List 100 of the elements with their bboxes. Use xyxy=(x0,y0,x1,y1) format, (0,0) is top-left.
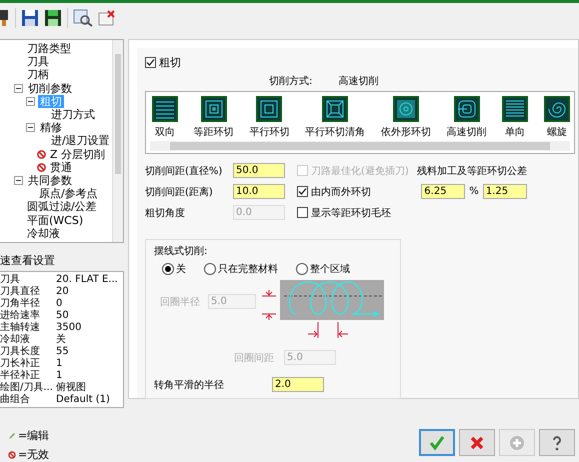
radio-button[interactable] xyxy=(296,263,308,275)
radio-label: 只在完整材料 xyxy=(218,262,278,276)
field-label: 回圈半径 xyxy=(160,296,200,308)
checkmark-icon xyxy=(428,434,446,452)
unit-label: % xyxy=(469,186,479,197)
strategy-option[interactable]: 平行环切清角 xyxy=(305,96,366,139)
cutter-icon[interactable] xyxy=(0,8,10,28)
tree-item[interactable]: 进/退刀设置 xyxy=(49,134,112,148)
tree-item[interactable]: 圆弧过滤/公差 xyxy=(25,200,99,214)
input-field[interactable]: 10.0 xyxy=(233,184,285,199)
field-label: 切削间距(直径%) xyxy=(145,164,224,178)
setting-value: 1 xyxy=(56,358,62,370)
concentric-squares-icon xyxy=(322,96,348,122)
tree-item[interactable]: 切削参数 xyxy=(26,82,74,95)
radio-label: 关 xyxy=(176,262,186,276)
setting-label: 进给速率 xyxy=(0,310,41,322)
input-field[interactable]: 50.0 xyxy=(233,163,285,178)
horizontal-lines-icon xyxy=(502,96,528,122)
tree-item[interactable]: 刀路类型 xyxy=(25,42,73,56)
strategy-option[interactable]: 高速切削 xyxy=(446,96,487,139)
pencil-icon xyxy=(8,432,16,440)
strategy-label: 平行环切 xyxy=(249,126,290,139)
horizontal-lines-icon xyxy=(152,96,178,122)
collapse-toggle[interactable] xyxy=(14,176,23,185)
setting-label: 刀长补正 xyxy=(0,358,41,370)
field-label: 残料加工及等距环切公差 xyxy=(416,164,527,178)
setting-value: 关 xyxy=(56,334,66,346)
cancel-button[interactable] xyxy=(459,429,495,456)
strategy-option[interactable]: 等距环切 xyxy=(194,96,234,139)
field-label: 转角平滑的半径 xyxy=(154,378,225,392)
save-icon[interactable] xyxy=(21,9,39,27)
strategy-option[interactable]: 单向 xyxy=(502,96,528,139)
ok-button[interactable] xyxy=(419,429,455,456)
prohibited-icon xyxy=(8,450,16,458)
setting-label: 刀具直径 xyxy=(0,286,41,298)
legend-text: =编辑 xyxy=(18,428,50,443)
input-field[interactable]: 1.25 xyxy=(482,184,527,199)
setting-label: 刀角半径 xyxy=(0,298,41,310)
setting-value: 50 xyxy=(56,310,69,322)
document-delete-icon[interactable] xyxy=(98,10,116,26)
setting-value: 55 xyxy=(56,346,69,358)
setting-value: 0 xyxy=(56,298,62,310)
tree-item[interactable]: 原点/参考点 xyxy=(37,187,100,200)
setting-value: 俯视图 xyxy=(56,382,86,394)
input-field[interactable]: 6.25 xyxy=(421,184,466,199)
checkbox[interactable] xyxy=(297,186,308,197)
setting-value: 1 xyxy=(56,370,62,382)
collapse-toggle[interactable] xyxy=(26,96,35,106)
magnifier-icon[interactable] xyxy=(73,9,93,27)
help-button[interactable] xyxy=(539,429,575,456)
legend-text: =无效 xyxy=(18,447,50,462)
input-field[interactable]: 2.0 xyxy=(272,377,324,392)
spiral-icon xyxy=(544,96,570,122)
setting-label: 主轴转速 xyxy=(0,322,41,334)
strategy-option[interactable]: 螺旋 xyxy=(544,96,570,139)
tree-item[interactable]: 冷却液 xyxy=(25,226,62,240)
field-label: 切削方式: xyxy=(269,74,312,88)
plus-icon xyxy=(508,434,526,452)
strategy-label: 高速切削 xyxy=(446,126,487,139)
strategy-option[interactable]: 平行环切 xyxy=(249,96,290,139)
tree-item[interactable]: 平面(WCS) xyxy=(25,214,86,227)
setting-value: 3500 xyxy=(56,322,82,334)
strategy-label: 螺旋 xyxy=(546,126,567,139)
scrollbar[interactable] xyxy=(150,141,570,151)
collapse-toggle[interactable] xyxy=(26,123,35,132)
strategy-label: 平行环切清角 xyxy=(305,126,366,139)
tree-item[interactable]: 刀柄 xyxy=(25,68,51,82)
checkbox[interactable] xyxy=(297,207,308,218)
checkbox-label: 由内而外环切 xyxy=(311,186,371,198)
tree-item[interactable]: 精修 xyxy=(38,121,64,134)
concentric-squares-icon xyxy=(454,96,480,122)
floppy-icon[interactable] xyxy=(44,9,62,27)
strategy-label: 依外形环切 xyxy=(380,126,431,139)
group-title: 摆线式切削: xyxy=(154,244,208,258)
tree-item[interactable]: 刀具 xyxy=(25,55,51,68)
radio-button[interactable] xyxy=(162,263,174,275)
field-label: 回圈间距 xyxy=(234,352,274,364)
strategy-label: 等距环切 xyxy=(194,126,234,139)
strategy-label: 单向 xyxy=(505,126,526,139)
section-title: 速查看设置 xyxy=(0,253,56,268)
radio-button[interactable] xyxy=(204,263,216,275)
checkbox-label: 刀路最佳化(避免插刀) xyxy=(311,164,409,178)
setting-value: 20 xyxy=(56,286,69,298)
setting-label: 曲组合 xyxy=(0,394,31,406)
setting-label: 冷却液 xyxy=(0,334,31,346)
tree-item[interactable]: 共同参数 xyxy=(26,174,74,187)
setting-value: Default (1) xyxy=(56,394,110,406)
field-label: 粗切角度 xyxy=(145,206,186,220)
setting-label: 刀具 xyxy=(0,274,20,286)
collapse-toggle[interactable] xyxy=(14,84,23,93)
checkbox-label: 粗切 xyxy=(159,54,181,70)
strategy-option[interactable]: 依外形环切 xyxy=(380,96,431,139)
strategy-option[interactable]: 双向 xyxy=(152,96,178,139)
setting-label: 半径补正 xyxy=(0,370,41,382)
checkbox[interactable] xyxy=(145,56,156,68)
tree-item[interactable]: 进刀方式 xyxy=(49,108,97,122)
strategy-label: 双向 xyxy=(155,126,175,139)
concentric-squares-icon xyxy=(200,96,227,122)
scrollbar[interactable] xyxy=(112,40,123,242)
field-label: 切削间距(距离) xyxy=(145,186,214,198)
